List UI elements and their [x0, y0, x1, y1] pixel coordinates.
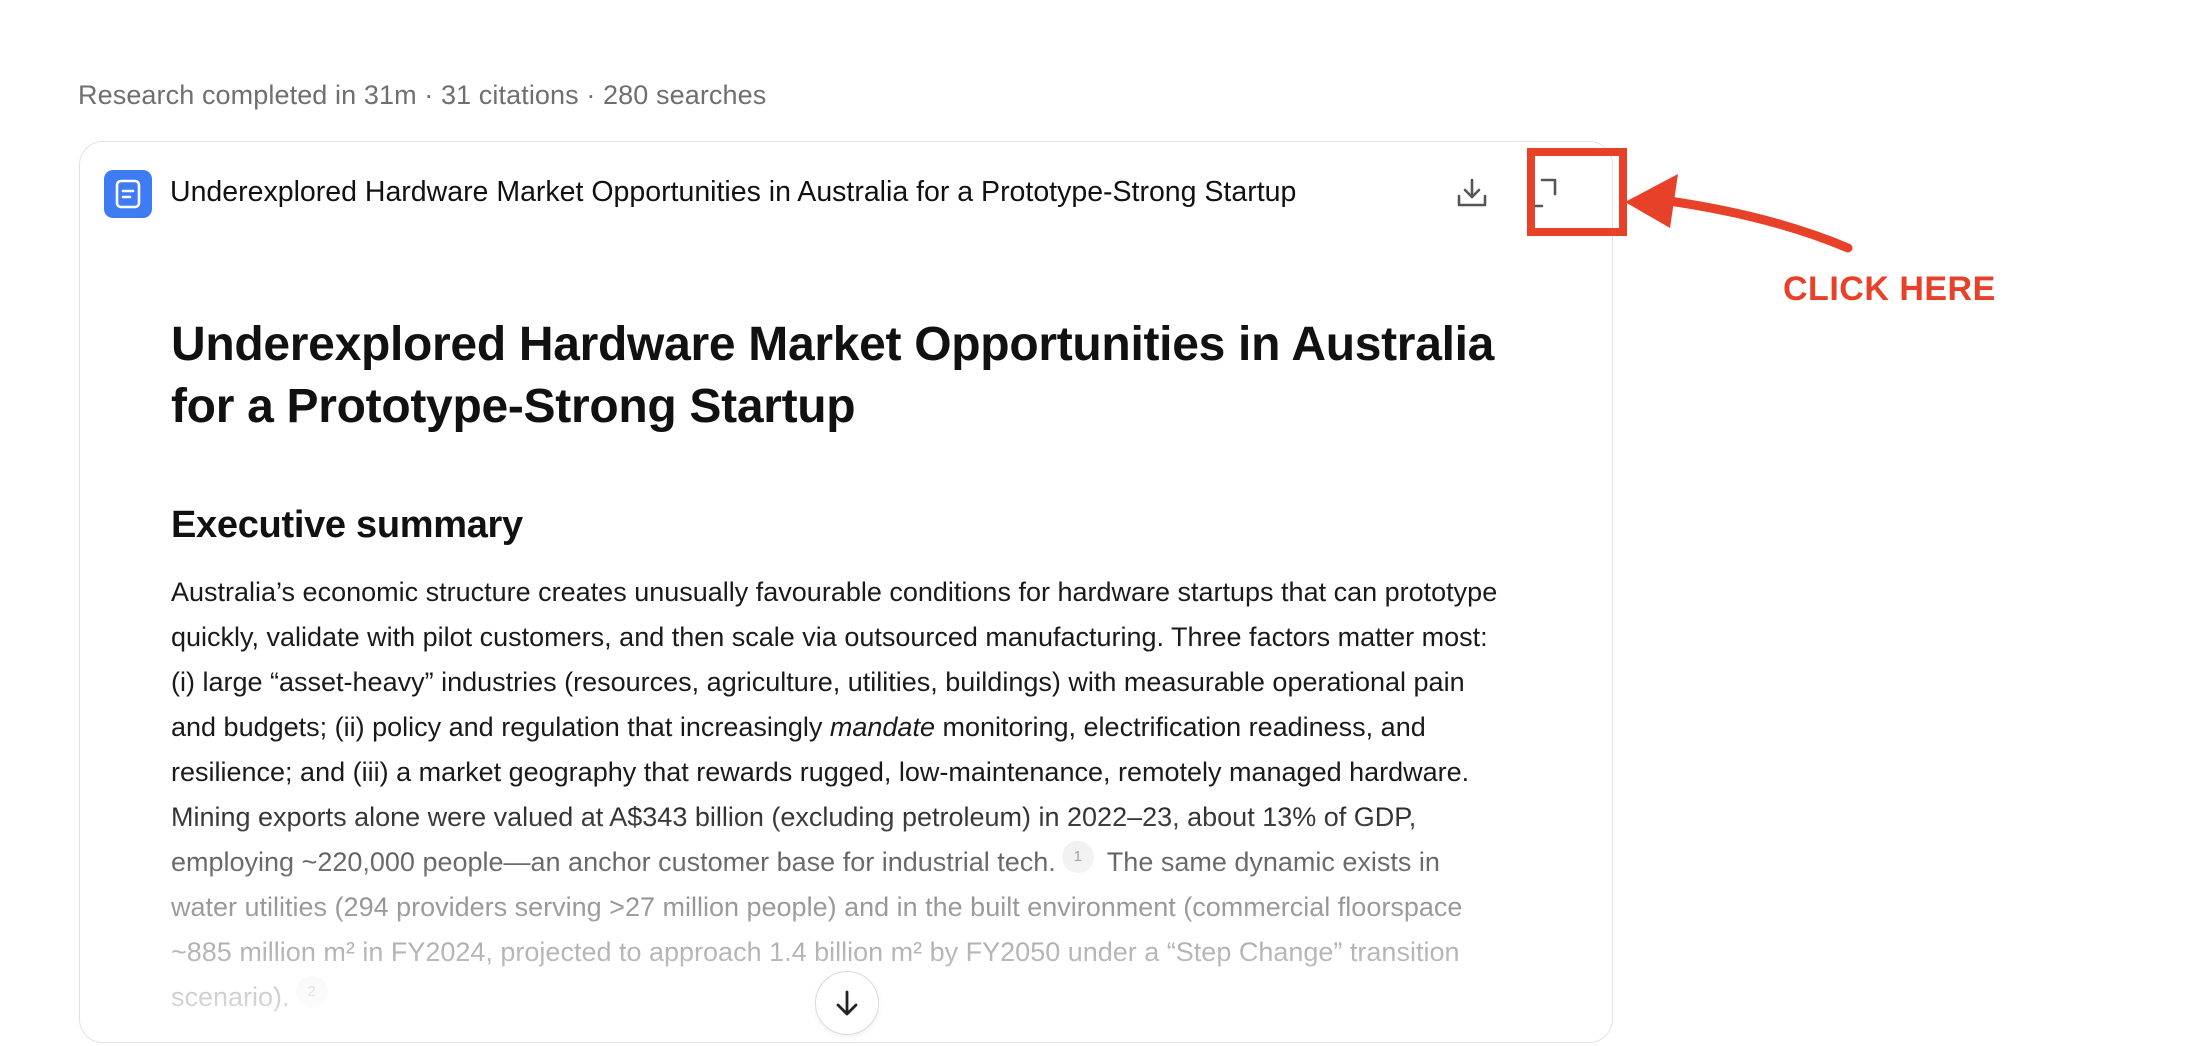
annotation-arrow-icon [1625, 174, 1853, 253]
report-card-header: Underexplored Hardware Market Opportunit… [80, 142, 1612, 242]
citation-badge[interactable]: 1 [1061, 841, 1094, 873]
download-button[interactable] [1446, 167, 1498, 219]
report-card: Underexplored Hardware Market Opportunit… [79, 141, 1613, 1043]
document-icon [104, 170, 152, 218]
click-here-label: CLICK HERE [1783, 270, 1996, 308]
arrow-down-icon [836, 990, 858, 1016]
report-header-title: Underexplored Hardware Market Opportunit… [170, 176, 1297, 208]
paragraph-emphasis: mandate [829, 712, 935, 742]
section-heading-executive-summary: Executive summary [171, 504, 523, 546]
download-icon [1457, 178, 1487, 207]
executive-summary-paragraph: Australia’s economic structure creates u… [171, 570, 1511, 1020]
scroll-down-button[interactable] [815, 971, 879, 1035]
report-content: Underexplored Hardware Market Opportunit… [171, 314, 1511, 1020]
page: Research completed in 31m · 31 citations… [0, 0, 2191, 1046]
research-summary-line: Research completed in 31m · 31 citations… [78, 80, 767, 110]
citation-badge[interactable]: 2 [295, 976, 328, 1008]
report-title: Underexplored Hardware Market Opportunit… [171, 318, 1495, 433]
expand-button-highlight [1527, 148, 1627, 236]
